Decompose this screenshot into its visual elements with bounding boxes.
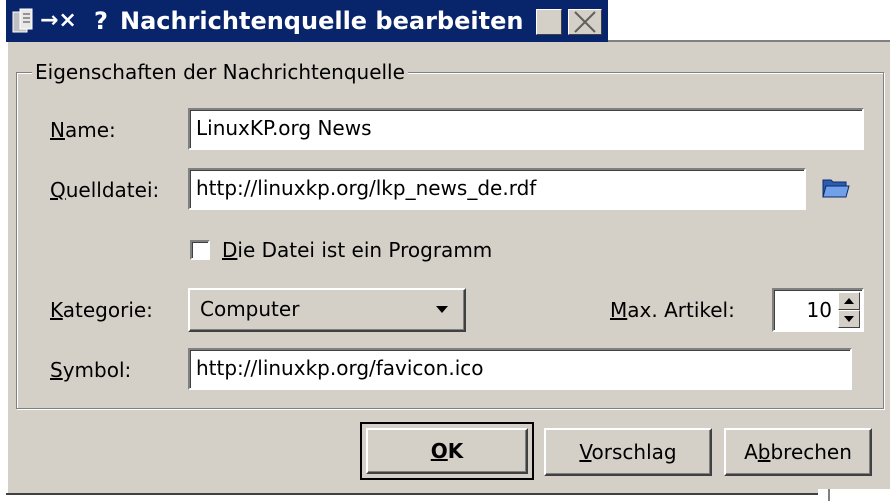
- open-folder-icon[interactable]: [820, 172, 850, 202]
- abbrechen-button[interactable]: Abbrechen: [724, 428, 872, 476]
- ok-button-frame: OK: [360, 422, 534, 480]
- close-icon[interactable]: [568, 9, 602, 35]
- pin-icon[interactable]: →×: [40, 6, 77, 36]
- max-artikel-label: Max. Artikel:: [610, 298, 735, 322]
- quelldatei-label: Quelldatei:: [50, 178, 160, 202]
- quelldatei-input[interactable]: http://linuxkp.org/lkp_news_de.rdf: [188, 168, 806, 210]
- app-icon[interactable]: [12, 8, 34, 34]
- group-title: Eigenschaften der Nachrichtenquelle: [32, 60, 408, 84]
- max-artikel-spinbox[interactable]: 10: [772, 288, 864, 332]
- kategorie-label: Kategorie:: [50, 298, 153, 322]
- ok-button[interactable]: OK: [366, 428, 528, 474]
- name-input[interactable]: LinuxKP.org News: [188, 108, 864, 150]
- dialog-bottom-edge: [6, 493, 818, 495]
- desktop-corner-edge: [828, 489, 830, 501]
- spin-down-icon[interactable]: [838, 310, 860, 328]
- window-title: Nachrichtenquelle bearbeiten: [120, 7, 524, 35]
- max-artikel-value[interactable]: 10: [807, 290, 832, 330]
- dialog-body: Eigenschaften der Nachrichtenquelle Name…: [6, 42, 890, 493]
- vorschlag-button[interactable]: Vorschlag: [544, 428, 712, 476]
- kategorie-select[interactable]: Computer: [188, 288, 466, 332]
- program-checkbox-label[interactable]: Die Datei ist ein Programm: [222, 238, 492, 262]
- kategorie-value: Computer: [200, 297, 300, 321]
- title-bar[interactable]: →× ? Nachrichtenquelle bearbeiten: [6, 0, 608, 42]
- chevron-down-icon[interactable]: [436, 306, 448, 313]
- symbol-label: Symbol:: [50, 358, 132, 382]
- program-checkbox[interactable]: [190, 240, 210, 260]
- name-label: Name:: [50, 118, 116, 142]
- symbol-input[interactable]: http://linuxkp.org/favicon.ico: [188, 348, 852, 390]
- help-icon[interactable]: ?: [94, 6, 108, 36]
- spin-up-icon[interactable]: [838, 292, 860, 310]
- maximize-icon[interactable]: [536, 9, 562, 35]
